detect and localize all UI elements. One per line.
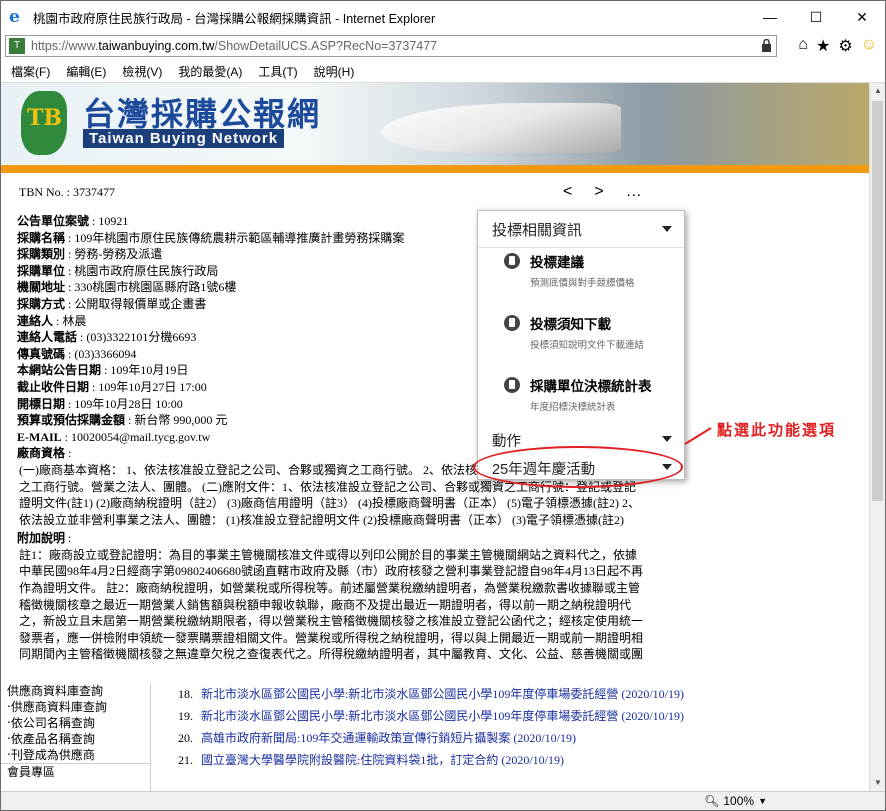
train-image xyxy=(381,103,621,153)
minimize-button[interactable]: — xyxy=(747,1,793,33)
prev-record-button[interactable]: < xyxy=(563,183,572,201)
page-content: TB 台灣採購公報網 Taiwan Buying Network TBN No.… xyxy=(1,83,869,791)
leftnav-item[interactable]: ‧供應商資料庫查詢 xyxy=(1,699,150,715)
list-item: 21. 國立臺灣大學醫學院附設醫院:住院資料袋1批，訂定合約 (2020/10/1… xyxy=(161,749,861,771)
member-area-heading[interactable]: 會員專區 xyxy=(1,763,150,779)
menu-bar: 檔案(F) 編輯(E) 檢視(V) 我的最愛(A) 工具(T) 說明(H) xyxy=(1,61,885,83)
tender-link[interactable]: 國立臺灣大學醫學院附設醫院:住院資料袋1批，訂定合約 (2020/10/19) xyxy=(201,749,564,771)
address-bar: T https://www.taiwanbuying.com.tw/ShowDe… xyxy=(1,33,885,59)
actions-section[interactable]: 動作 xyxy=(492,430,521,451)
more-options-button[interactable]: … xyxy=(626,183,642,201)
favorites-star-icon[interactable]: ★ xyxy=(816,36,830,56)
site-banner: TB 台灣採購公報網 Taiwan Buying Network xyxy=(1,83,869,173)
leftnav-item[interactable]: ‧依公司名稱查詢 xyxy=(1,715,150,731)
callout-annotation: 點選此功能選項 xyxy=(717,422,837,439)
vertical-scrollbar[interactable]: ▲ ▼ xyxy=(869,83,885,791)
menu-file[interactable]: 檔案(F) xyxy=(11,63,50,80)
menu-favorites[interactable]: 我的最愛(A) xyxy=(178,63,242,80)
caret-down-icon[interactable] xyxy=(662,226,672,232)
url-text: https://www.taiwanbuying.com.tw/ShowDeta… xyxy=(31,39,438,53)
scroll-down-arrow-icon[interactable]: ▼ xyxy=(870,775,885,791)
scroll-up-arrow-icon[interactable]: ▲ xyxy=(870,83,885,99)
close-button[interactable]: ✕ xyxy=(839,1,885,33)
title-bar: e 桃園市政府原住民族行政局 - 台灣採購公報網採購資訊 - Internet … xyxy=(1,1,885,33)
document-icon xyxy=(504,377,520,393)
zoom-level: 100% xyxy=(723,794,755,808)
dropdown-header[interactable]: 投標相關資訊 xyxy=(492,219,582,240)
chevron-down-icon: ▼ xyxy=(758,796,767,806)
remark-text: 註1：廠商設立或登記證明：為目的事業主管機關核准文件或得以列印公開於目的事業主管… xyxy=(19,547,644,662)
bid-info-dropdown: 投標相關資訊 投標建議 預測底價與對手競標價格 投標須知下載 投標須知說明文件下… xyxy=(477,210,685,480)
scrollbar-thumb[interactable] xyxy=(872,101,883,501)
list-item: 18. 新北市淡水區鄧公國民小學:新北市淡水區鄧公國民小學109年度停車場委託經營… xyxy=(161,683,861,705)
lock-icon xyxy=(762,39,771,52)
maximize-button[interactable]: ☐ xyxy=(793,1,839,33)
menu-help[interactable]: 說明(H) xyxy=(314,63,355,80)
browser-window: e 桃園市政府原住民族行政局 - 台灣採購公報網採購資訊 - Internet … xyxy=(0,0,886,811)
logo-tb-text: TB xyxy=(27,105,62,131)
window-title: 桃園市政府原住民族行政局 - 台灣採購公報網採購資訊 - Internet Ex… xyxy=(33,11,436,26)
document-icon xyxy=(504,315,520,331)
home-icon[interactable]: ⌂ xyxy=(798,36,808,56)
tender-link[interactable]: 新北市淡水區鄧公國民小學:新北市淡水區鄧公國民小學109年度停車場委託經營 (2… xyxy=(201,683,684,705)
site-title-en[interactable]: Taiwan Buying Network xyxy=(83,129,285,148)
menu-tools[interactable]: 工具(T) xyxy=(258,63,297,80)
leftnav-item[interactable]: ‧依產品名稱查詢 xyxy=(1,731,150,747)
list-item: 20. 高雄市政府新聞局:109年交通運輸政策宣傳行銷短片攝製案 (2020/10… xyxy=(161,727,861,749)
highlight-ellipse xyxy=(473,446,683,488)
remark-heading: 附加說明 : xyxy=(17,531,72,546)
status-bar: 🔍︎ 100% ▼ xyxy=(1,791,885,810)
left-nav-panel: 供應商資料庫查詢 ‧供應商資料庫查詢 ‧依公司名稱查詢 ‧依產品名稱查詢 ‧刊登… xyxy=(1,683,151,791)
menu-view[interactable]: 檢視(V) xyxy=(122,63,162,80)
tender-link[interactable]: 高雄市政府新聞局:109年交通運輸政策宣傳行銷短片攝製案 (2020/10/19… xyxy=(201,727,576,749)
tbn-number: TBN No. : 3737477 xyxy=(19,185,115,199)
site-favicon: T xyxy=(9,38,25,54)
related-tender-list: 18. 新北市淡水區鄧公國民小學:新北市淡水區鄧公國民小學109年度停車場委託經營… xyxy=(161,683,861,771)
menu-edit[interactable]: 編輯(E) xyxy=(66,63,106,80)
ie-logo-icon: e xyxy=(9,7,20,27)
zoom-control[interactable]: 🔍︎ 100% ▼ xyxy=(704,794,767,808)
list-item: 19. 新北市淡水區鄧公國民小學:新北市淡水區鄧公國民小學109年度停車場委託經營… xyxy=(161,705,861,727)
caret-down-icon[interactable] xyxy=(662,436,672,442)
document-icon xyxy=(504,253,520,269)
tender-link[interactable]: 新北市淡水區鄧公國民小學:新北市淡水區鄧公國民小學109年度停車場委託經營 (2… xyxy=(201,705,684,727)
zoom-magnifier-icon: 🔍︎ xyxy=(704,794,720,808)
leftnav-item[interactable]: 供應商資料庫查詢 xyxy=(1,683,150,699)
leftnav-item[interactable]: ‧刊登成為供應商 xyxy=(1,747,150,763)
next-record-button[interactable]: > xyxy=(594,183,603,201)
smiley-feedback-icon[interactable]: ☺ xyxy=(861,36,877,56)
settings-gear-icon[interactable]: ⚙ xyxy=(838,36,852,56)
orange-divider xyxy=(1,165,869,173)
url-field[interactable]: T https://www.taiwanbuying.com.tw/ShowDe… xyxy=(5,35,777,57)
callout-pointer-line xyxy=(684,427,712,445)
